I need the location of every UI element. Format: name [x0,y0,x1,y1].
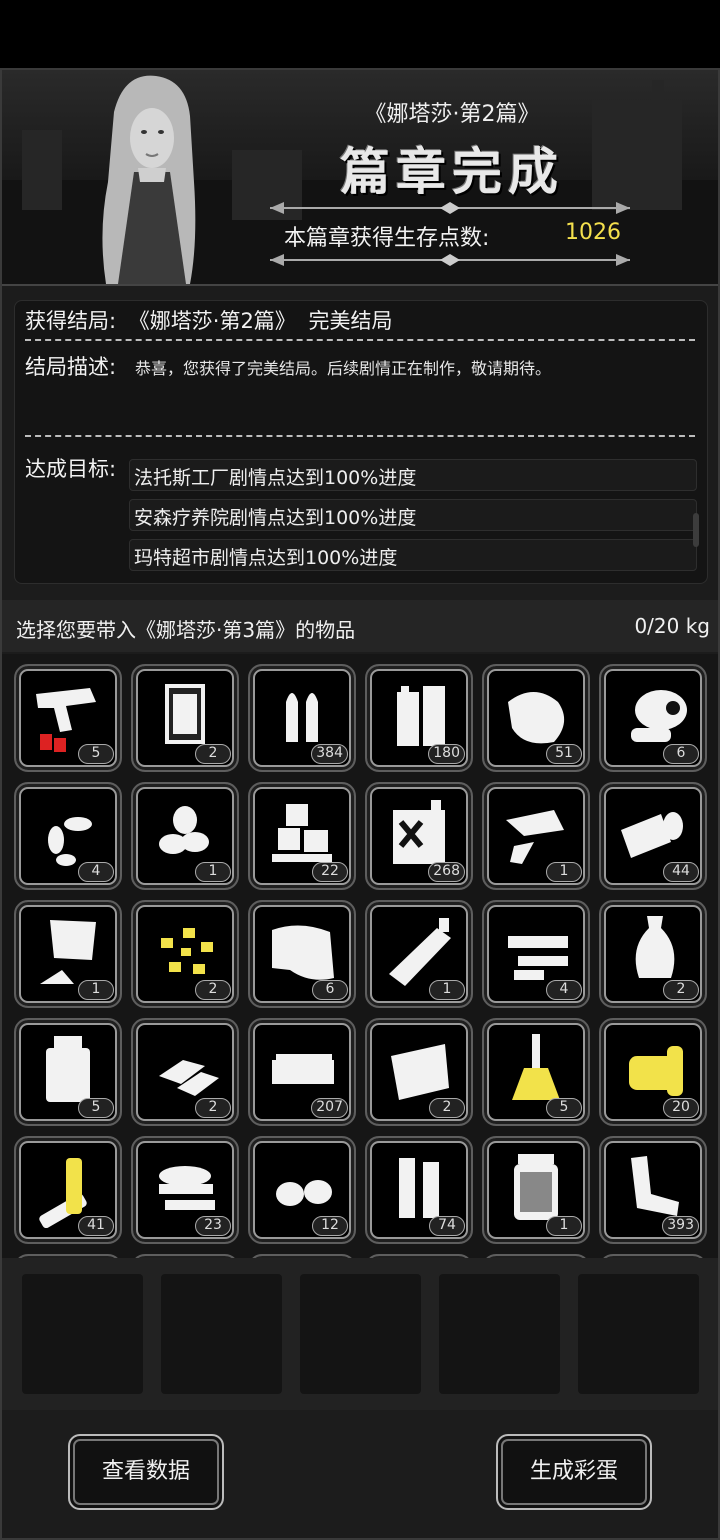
item-quantity: 2 [429,1098,465,1118]
item-quantity: 20 [663,1098,699,1118]
ornament-top [270,202,630,214]
item-quantity: 207 [311,1098,348,1118]
inventory-item[interactable]: 23 [131,1136,239,1244]
item-quantity: 1 [546,1216,582,1236]
inventory-item[interactable]: 22 [248,782,356,890]
inventory-item[interactable]: 2 [131,1018,239,1126]
item-quantity: 384 [311,744,348,764]
ending-row: 获得结局: 《娜塔莎·第2篇》 完美结局 [25,305,399,335]
ending-label: 获得结局: [25,309,117,333]
item-quantity: 5 [78,744,114,764]
item-quantity: 4 [546,980,582,1000]
inventory-item[interactable]: 5 [482,1018,590,1126]
carry-weight: 0/20 kg [634,614,710,638]
item-quantity: 1 [546,862,582,882]
item-quantity: 4 [78,862,114,882]
inventory-item[interactable]: 207 [248,1018,356,1126]
item-select-title: 选择您要带入《娜塔莎·第3篇》的物品 [16,618,356,642]
ending-name: 完美结局 [308,309,393,333]
inventory-item[interactable]: 2 [599,900,707,1008]
goal-item: 法托斯工厂剧情点达到100%进度 [129,459,697,491]
inventory-item[interactable]: 1 [131,782,239,890]
item-quantity: 51 [546,744,582,764]
inventory-item[interactable]: 1 [365,900,473,1008]
item-quantity: 22 [312,862,348,882]
chapter-header: 《娜塔莎·第2篇》 篇章完成 本篇章获得生存点数: 1026 [2,70,718,286]
inventory-item[interactable]: 2 [365,1018,473,1126]
goal-item: 安森疗养院剧情点达到100%进度 [129,499,697,531]
item-quantity: 5 [546,1098,582,1118]
item-quantity: 2 [663,980,699,1000]
item-quantity: 2 [195,1098,231,1118]
goal-item: 玛特超市剧情点达到100%进度 [129,539,697,571]
survival-points-label: 本篇章获得生存点数: [284,226,490,251]
carry-slots [2,1258,718,1410]
item-quantity: 44 [663,862,699,882]
inventory-item[interactable]: 6 [248,900,356,1008]
inventory-item[interactable]: 2 [131,900,239,1008]
ending-chapter: 《娜塔莎·第2篇》 [128,309,296,333]
inventory-item[interactable]: 180 [365,664,473,772]
item-quantity: 1 [429,980,465,1000]
item-quantity: 2 [195,980,231,1000]
inventory-item[interactable]: 384 [248,664,356,772]
inventory-item[interactable]: 20 [599,1018,707,1126]
inventory-grid[interactable]: 5 2 384 180 51 6 4 1 22 268 1 44 1 2 6 1 4 2 5 2 207 2 5 20 41 23… [2,654,718,1258]
inventory-item[interactable]: 393 [599,1136,707,1244]
inventory-item[interactable]: 51 [482,664,590,772]
game-frame: 《娜塔莎·第2篇》 篇章完成 本篇章获得生存点数: 1026 获得结局: 《娜塔… [0,68,720,1540]
inventory-item[interactable]: 1 [14,900,122,1008]
natasha-portrait [102,75,196,284]
item-quantity: 1 [78,980,114,1000]
inventory-item[interactable]: 1 [482,1136,590,1244]
inventory-item[interactable]: 268 [365,782,473,890]
carry-slot[interactable] [578,1274,699,1394]
inventory-item[interactable]: 4 [482,900,590,1008]
chapter-complete-title: 篇章完成 [340,143,564,201]
item-quantity: 74 [429,1216,465,1236]
chapter-name: 《娜塔莎·第2篇》 [364,102,540,127]
carry-slot[interactable] [22,1274,143,1394]
goals-scrollbar[interactable] [693,513,699,547]
item-select-bar: 选择您要带入《娜塔莎·第3篇》的物品 0/20 kg [2,600,718,652]
ending-result-panel: 获得结局: 《娜塔莎·第2篇》 完美结局 结局描述: 恭喜，您获得了完美结局。后… [14,300,708,584]
description-label: 结局描述: [25,355,117,379]
item-quantity: 5 [78,1098,114,1118]
inventory-item[interactable]: 1 [482,782,590,890]
item-quantity: 6 [663,744,699,764]
carry-slot[interactable] [439,1274,560,1394]
inventory-item[interactable]: 41 [14,1136,122,1244]
inventory-item[interactable]: 2 [131,664,239,772]
ornament-bottom [270,254,630,266]
divider [25,339,695,341]
inventory-item[interactable]: 6 [599,664,707,772]
carry-slot[interactable] [161,1274,282,1394]
item-quantity: 180 [428,744,465,764]
item-quantity: 6 [312,980,348,1000]
carry-slot[interactable] [300,1274,421,1394]
inventory-item[interactable]: 12 [248,1136,356,1244]
goals-label: 达成目标: [25,457,117,481]
item-quantity: 2 [195,744,231,764]
survival-points-value: 1026 [565,220,621,245]
inventory-item[interactable]: 44 [599,782,707,890]
inventory-item[interactable]: 4 [14,782,122,890]
item-quantity: 41 [78,1216,114,1236]
view-data-button[interactable]: 查看数据 [68,1434,224,1510]
item-quantity: 1 [195,862,231,882]
inventory-item[interactable]: 5 [14,1018,122,1126]
goals-list[interactable]: 法托斯工厂剧情点达到100%进度 安森疗养院剧情点达到100%进度 玛特超市剧情… [129,435,697,581]
item-quantity: 393 [662,1216,699,1236]
inventory-item[interactable]: 74 [365,1136,473,1244]
description-text: 恭喜，您获得了完美结局。后续剧情正在制作，敬请期待。 [135,359,552,378]
survival-points-row: 本篇章获得生存点数: 1026 [270,202,630,266]
item-quantity: 12 [312,1216,348,1236]
generate-easter-egg-button[interactable]: 生成彩蛋 [496,1434,652,1510]
item-quantity: 268 [428,862,465,882]
inventory-item[interactable]: 5 [14,664,122,772]
item-quantity: 23 [195,1216,231,1236]
